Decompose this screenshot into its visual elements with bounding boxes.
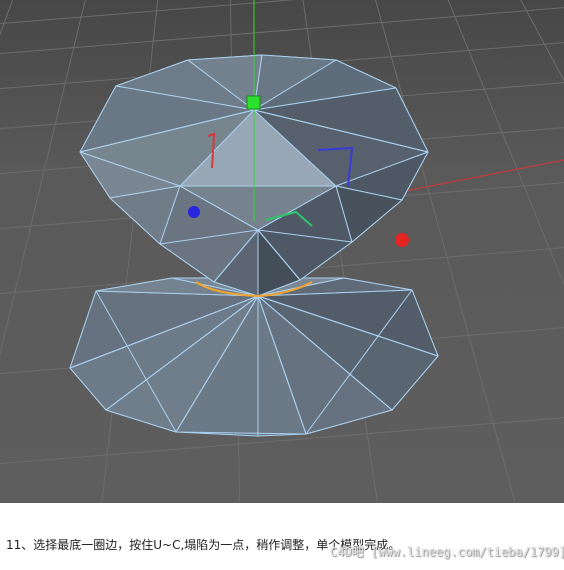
3d-viewport[interactable] bbox=[0, 0, 564, 503]
mesh-bottom-skirt[interactable] bbox=[69, 277, 439, 437]
axis-y-handle[interactable] bbox=[246, 95, 261, 110]
viewport-canvas[interactable] bbox=[0, 0, 564, 503]
axis-x-handle[interactable] bbox=[395, 233, 409, 247]
watermark: C4D吧 [www.lineeg.com/tieba/1799] bbox=[330, 545, 564, 559]
axis-z-handle[interactable] bbox=[188, 206, 200, 218]
